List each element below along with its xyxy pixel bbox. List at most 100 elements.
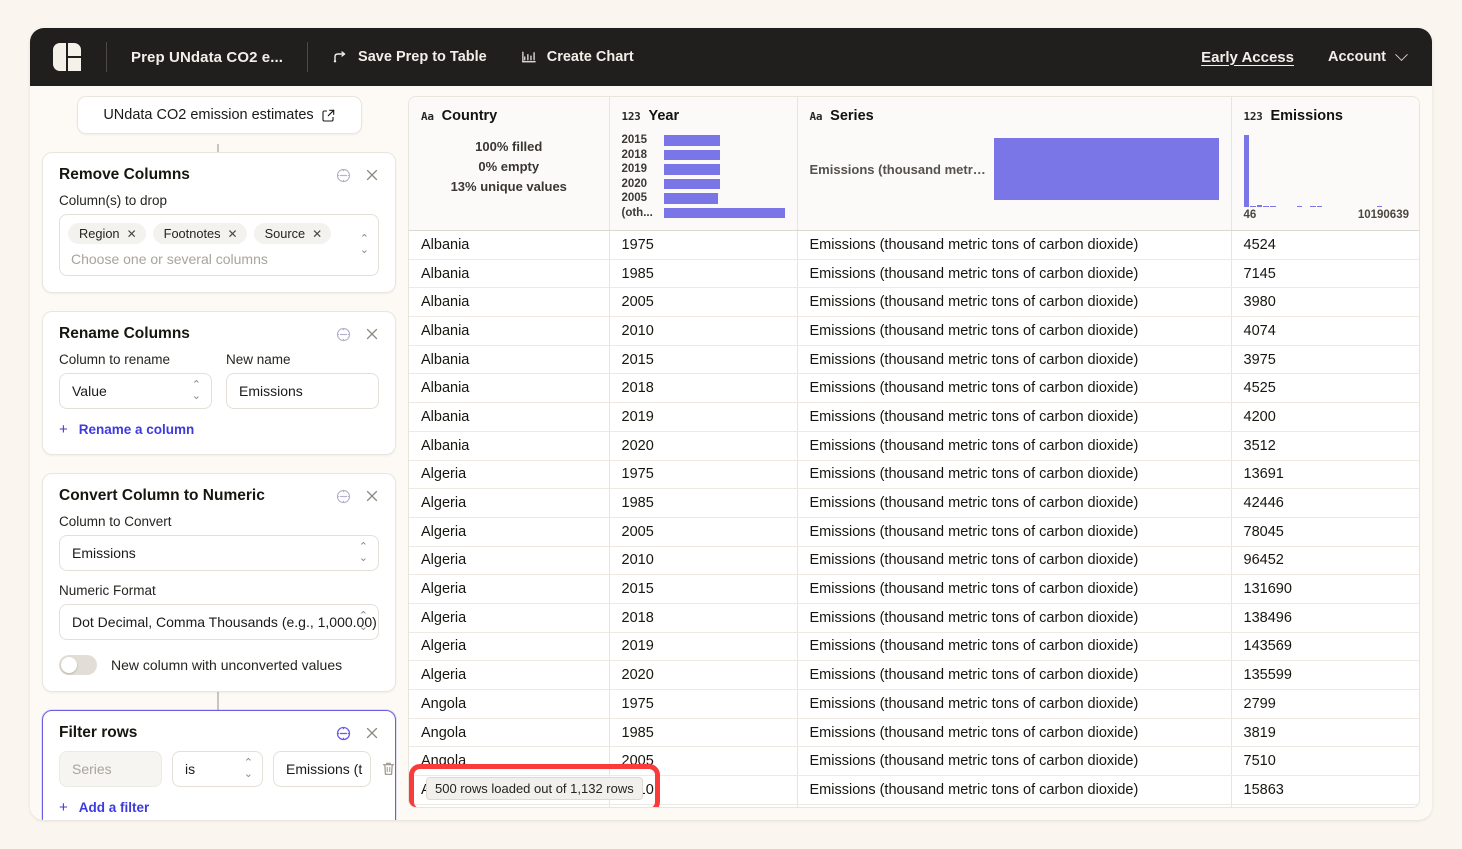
new-column-unconverted-toggle[interactable] — [59, 655, 97, 675]
cell-country[interactable]: Algeria — [409, 574, 610, 604]
disable-step-icon[interactable] — [336, 489, 351, 504]
cell-series[interactable]: Emissions (thousand metric tons of carbo… — [797, 718, 1232, 748]
column-to-convert-select[interactable]: Emissions ⌃ ⌄ — [59, 535, 379, 571]
cell-country[interactable]: Algeria — [409, 517, 610, 547]
early-access-link[interactable]: Early Access — [1201, 49, 1294, 66]
table-row[interactable]: Algeria 2015 Emissions (thousand metric to… — [409, 574, 1419, 604]
cell-country[interactable]: Albania — [409, 259, 610, 289]
cell-country[interactable]: Angola — [409, 689, 610, 719]
table-row[interactable]: Algeria 1975 Emissions (thousand metric to… — [409, 460, 1419, 490]
cell-series[interactable]: Emissions (thousand metric tons of carbo… — [797, 488, 1232, 518]
cell-year[interactable]: 2005 — [609, 287, 798, 318]
cell-series[interactable]: Emissions (thousand metric tons of carbo… — [797, 373, 1232, 404]
new-name-input[interactable]: Emissions — [226, 373, 379, 409]
table-row[interactable]: Algeria 2010 Emissions (thousand metric to… — [409, 546, 1419, 576]
cell-country[interactable]: Angola — [409, 718, 610, 748]
columns-to-drop-multiselect[interactable]: Region ✕ Footnotes ✕ Source ✕ Choose one… — [59, 214, 379, 276]
cell-year[interactable]: 2020 — [609, 660, 798, 690]
close-step-icon[interactable] — [365, 489, 379, 503]
cell-emissions[interactable]: 23293 — [1231, 804, 1419, 807]
cell-country[interactable]: Algeria — [409, 460, 610, 490]
cell-series[interactable]: Emissions (thousand metric tons of carbo… — [797, 574, 1232, 604]
cell-series[interactable]: Emissions (thousand metric tons of carbo… — [797, 603, 1232, 633]
cell-series[interactable]: Emissions (thousand metric tons of carbo… — [797, 230, 1232, 260]
table-row[interactable]: Albania 1985 Emissions (thousand metric to… — [409, 259, 1419, 289]
table-row[interactable]: Albania 2015 Emissions (thousand metric to… — [409, 345, 1419, 375]
cell-series[interactable]: Emissions (thousand metric tons of carbo… — [797, 345, 1232, 375]
column-header-emissions[interactable]: 123 Emissions 46 10190639 — [1231, 97, 1419, 231]
select-chevrons-icon[interactable]: ⌃ ⌄ — [192, 380, 201, 402]
cell-series[interactable]: Emissions (thousand metric tons of carbo… — [797, 804, 1232, 807]
save-prep-to-table-button[interactable]: Save Prep to Table — [332, 49, 487, 65]
cell-year[interactable]: 1985 — [609, 488, 798, 518]
column-to-rename-select[interactable]: Value ⌃ ⌄ — [59, 373, 212, 409]
cell-emissions[interactable]: 96452 — [1231, 546, 1419, 576]
cell-year[interactable]: 1975 — [609, 689, 798, 719]
filter-field-select[interactable]: Series — [59, 751, 162, 787]
cell-emissions[interactable]: 2799 — [1231, 689, 1419, 719]
table-row[interactable]: Algeria 2005 Emissions (thousand metric to… — [409, 517, 1419, 547]
table-row[interactable]: Algeria 1985 Emissions (thousand metric to… — [409, 488, 1419, 518]
filter-value-select[interactable]: Emissions (t — [273, 751, 371, 787]
table-row[interactable]: Angola 1975 Emissions (thousand metric ton… — [409, 689, 1419, 719]
rename-a-column-link[interactable]: + Rename a column — [59, 421, 379, 438]
table-row[interactable]: Albania 2005 Emissions (thousand metric to… — [409, 287, 1419, 318]
cell-series[interactable]: Emissions (thousand metric tons of carbo… — [797, 517, 1232, 547]
cell-emissions[interactable]: 13691 — [1231, 460, 1419, 490]
cell-country[interactable]: Algeria — [409, 660, 610, 690]
cell-country[interactable]: Albania — [409, 316, 610, 346]
select-chevrons-icon[interactable]: ⌃ ⌄ — [359, 611, 368, 633]
cell-country[interactable]: Algeria — [409, 546, 610, 576]
cell-series[interactable]: Emissions (thousand metric tons of carbo… — [797, 287, 1232, 318]
cell-emissions[interactable]: 15863 — [1231, 775, 1419, 805]
cell-year[interactable]: 1975 — [609, 230, 798, 260]
table-row[interactable]: Algeria 2018 Emissions (thousand metric to… — [409, 603, 1419, 633]
cell-emissions[interactable]: 3819 — [1231, 718, 1419, 748]
cell-series[interactable]: Emissions (thousand metric tons of carbo… — [797, 632, 1232, 662]
cell-country[interactable]: Albania — [409, 402, 610, 432]
cell-country[interactable]: Albania — [409, 431, 610, 461]
table-row[interactable]: Albania 1975 Emissions (thousand metric to… — [409, 230, 1419, 260]
disable-step-icon[interactable] — [336, 168, 351, 183]
cell-series[interactable]: Emissions (thousand metric tons of carbo… — [797, 460, 1232, 490]
chip-source[interactable]: Source ✕ — [253, 223, 332, 244]
cell-year[interactable]: 1975 — [609, 460, 798, 490]
cell-emissions[interactable]: 138496 — [1231, 603, 1419, 633]
cell-emissions[interactable]: 135599 — [1231, 660, 1419, 690]
chip-region[interactable]: Region ✕ — [68, 223, 146, 244]
column-header-country[interactable]: Aa Country 100% filled 0% empty 13% uniq… — [409, 97, 610, 231]
cell-country[interactable]: Albania — [409, 373, 610, 404]
close-step-icon[interactable] — [365, 327, 379, 341]
numeric-format-select[interactable]: Dot Decimal, Comma Thousands (e.g., 1,00… — [59, 604, 379, 640]
create-chart-button[interactable]: Create Chart — [521, 49, 634, 65]
table-row[interactable]: Albania 2018 Emissions (thousand metric to… — [409, 373, 1419, 404]
cell-series[interactable]: Emissions (thousand metric tons of carbo… — [797, 746, 1232, 777]
cell-series[interactable]: Emissions (thousand metric tons of carbo… — [797, 431, 1232, 461]
cell-series[interactable]: Emissions (thousand metric tons of carbo… — [797, 546, 1232, 576]
filter-operator-select[interactable]: is ⌃ ⌄ — [172, 751, 263, 787]
cell-country[interactable]: Algeria — [409, 603, 610, 633]
account-menu[interactable]: Account — [1328, 47, 1408, 65]
cell-year[interactable]: 2019 — [609, 632, 798, 662]
disable-step-icon[interactable] — [336, 726, 351, 741]
chip-footnotes[interactable]: Footnotes ✕ — [152, 223, 247, 244]
cell-year[interactable]: 2015 — [609, 574, 798, 604]
cell-emissions[interactable]: 7510 — [1231, 746, 1419, 777]
select-chevrons-icon[interactable]: ⌃ ⌄ — [244, 758, 253, 780]
cell-emissions[interactable]: 42446 — [1231, 488, 1419, 518]
document-title[interactable]: Prep UNdata CO2 e... — [131, 49, 283, 66]
cell-year[interactable]: 2018 — [609, 603, 798, 633]
column-header-year[interactable]: 123 Year 2015 2018 2019 2020 2005 (oth..… — [609, 97, 798, 231]
select-chevrons-icon[interactable]: ⌃ ⌄ — [360, 234, 369, 256]
table-row[interactable]: Albania 2019 Emissions (thousand metric to… — [409, 402, 1419, 432]
close-step-icon[interactable] — [365, 726, 379, 740]
cell-emissions[interactable]: 131690 — [1231, 574, 1419, 604]
cell-emissions[interactable]: 4074 — [1231, 316, 1419, 346]
step-card-rename-columns[interactable]: Rename Columns Column to rename Value ⌃ … — [42, 311, 396, 455]
cell-series[interactable]: Emissions (thousand metric tons of carbo… — [797, 775, 1232, 805]
select-chevrons-icon[interactable]: ⌃ ⌄ — [359, 542, 368, 564]
step-card-remove-columns[interactable]: Remove Columns Column(s) to drop Region … — [42, 152, 396, 293]
disable-step-icon[interactable] — [336, 327, 351, 342]
cell-year[interactable]: 2015 — [609, 345, 798, 375]
cell-country[interactable]: Albania — [409, 345, 610, 375]
